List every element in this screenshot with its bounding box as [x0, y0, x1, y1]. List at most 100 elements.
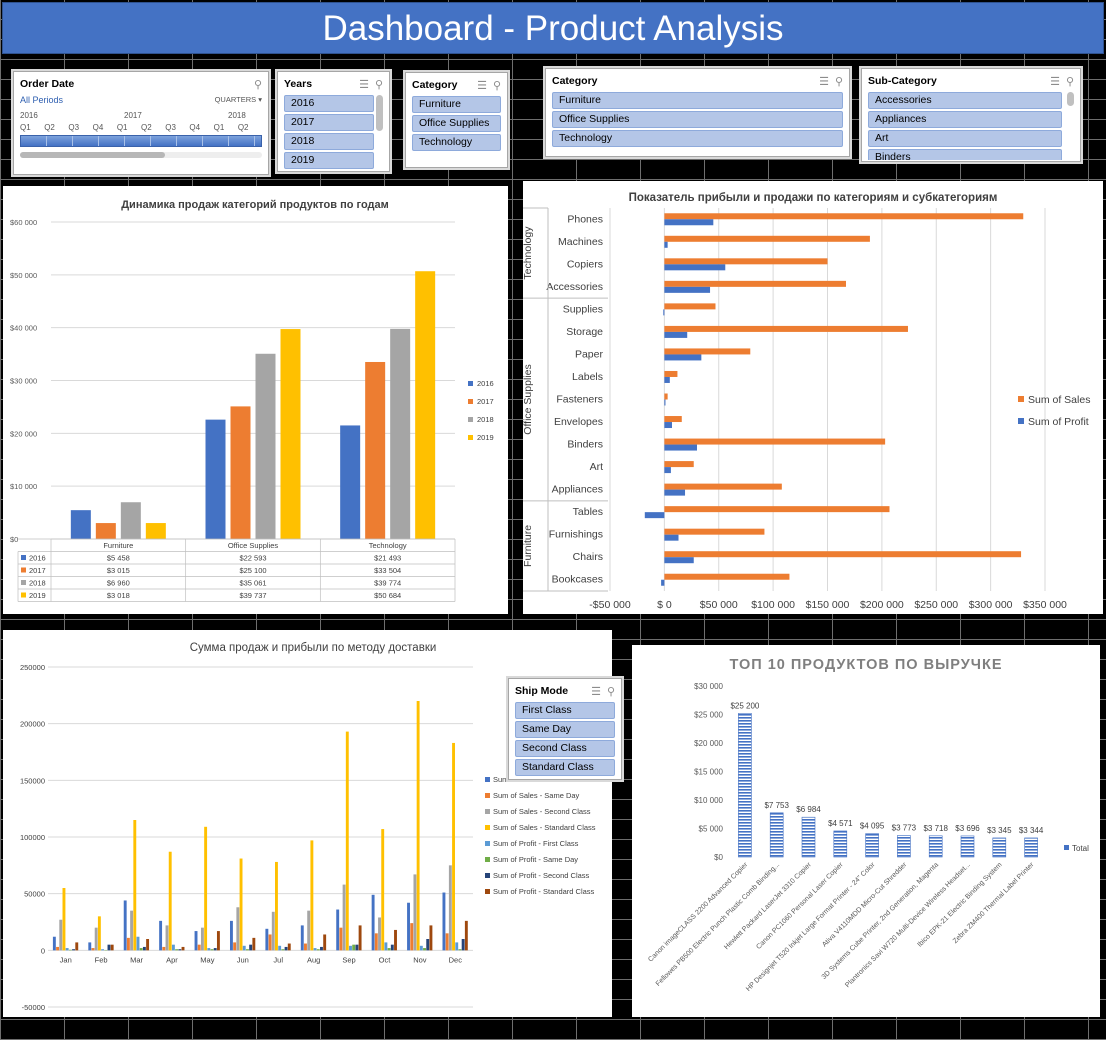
- category-item-office-supplies[interactable]: Office Supplies: [552, 111, 843, 128]
- category-item-furniture[interactable]: Furniture: [552, 92, 843, 109]
- bar: [249, 944, 253, 951]
- category-label: Copiers: [567, 258, 603, 270]
- subcategory-item-accessories[interactable]: Accessories: [868, 92, 1062, 109]
- legend-label: Sum of Sales: [1028, 394, 1090, 406]
- y-tick-label: 0: [41, 946, 45, 955]
- bar: [339, 927, 343, 951]
- sales-bar: [664, 438, 886, 445]
- clear-filter-icon[interactable]: ⚲: [607, 685, 615, 698]
- bar: [205, 419, 226, 539]
- multiselect-icon[interactable]: ☰: [591, 685, 601, 698]
- subcategory-item-appliances[interactable]: Appliances: [868, 111, 1062, 128]
- bar: [101, 949, 105, 951]
- time-level-dropdown[interactable]: QUARTERS ▾: [215, 95, 262, 105]
- data-label: $5 458: [107, 554, 130, 563]
- bar: [204, 826, 208, 951]
- bar: [120, 502, 141, 539]
- clear-filter-icon[interactable]: ⚲: [254, 78, 262, 91]
- profit-bar: [644, 512, 665, 519]
- bar: [416, 701, 420, 951]
- years-item-2019[interactable]: 2019: [284, 152, 374, 169]
- x-tick-label: Feb: [95, 955, 108, 964]
- category-item-office-supplies[interactable]: Office Supplies: [412, 115, 501, 132]
- x-tick-label: Office Supplies: [228, 541, 279, 550]
- bar: [175, 949, 179, 951]
- years-item-2017[interactable]: 2017: [284, 114, 374, 131]
- y-tick-label: $30 000: [10, 377, 37, 386]
- bar: [59, 919, 63, 951]
- scrollbar[interactable]: [376, 95, 383, 131]
- category-item-technology[interactable]: Technology: [552, 130, 843, 147]
- data-label: $3 773: [892, 823, 917, 832]
- bar: [245, 949, 249, 951]
- legend-label: Sum: [493, 775, 508, 784]
- bar: [1024, 837, 1038, 858]
- clear-filter-icon[interactable]: ⚲: [1066, 75, 1074, 88]
- timeline-year: 2017: [124, 111, 142, 120]
- category-label: Storage: [566, 326, 603, 338]
- chevron-down-icon: ▾: [258, 95, 262, 104]
- category-item-technology[interactable]: Technology: [412, 134, 501, 151]
- bar: [769, 812, 784, 858]
- bar: [349, 945, 352, 951]
- bar: [410, 923, 414, 951]
- slicer-title: Ship Mode: [515, 685, 569, 697]
- ship-mode-item-standard-class[interactable]: Standard Class: [515, 759, 615, 776]
- profit-bar: [664, 444, 697, 451]
- ship-mode-item-same-day[interactable]: Same Day: [515, 721, 615, 738]
- category-label: Phones: [567, 213, 603, 225]
- sales-bar: [664, 348, 751, 355]
- ship-mode-item-first-class[interactable]: First Class: [515, 702, 615, 719]
- bar: [455, 942, 459, 951]
- legend-key: [485, 777, 490, 782]
- bar: [355, 944, 359, 951]
- multiselect-icon[interactable]: ☰: [477, 79, 487, 92]
- data-label: $3 718: [923, 824, 948, 833]
- sales-bar: [664, 280, 846, 287]
- multiselect-icon[interactable]: ☰: [359, 78, 369, 91]
- years-item-2016[interactable]: 2016: [284, 95, 374, 112]
- category-item-furniture[interactable]: Furniture: [412, 96, 501, 113]
- x-tick-label: Apr: [166, 955, 178, 964]
- timeline-selection-bar[interactable]: [20, 135, 262, 147]
- bar: [239, 858, 243, 951]
- bar: [139, 948, 143, 951]
- clear-filter-icon[interactable]: ⚲: [835, 75, 843, 88]
- bar: [62, 888, 66, 951]
- subcategory-item-binders[interactable]: Binders: [868, 149, 1062, 160]
- bar: [75, 942, 79, 951]
- bar: [390, 328, 411, 539]
- bar: [229, 920, 233, 951]
- subcategory-item-art[interactable]: Art: [868, 130, 1062, 147]
- bar: [429, 925, 433, 951]
- x-tick-label: May: [200, 955, 214, 964]
- category-label: Fasteners: [556, 394, 603, 406]
- group-label: Technology: [523, 226, 534, 280]
- order-date-timeline[interactable]: Order Date ⚲ All Periods QUARTERS ▾ 2016…: [13, 71, 269, 175]
- years-item-2018[interactable]: 2018: [284, 133, 374, 150]
- bar: [146, 939, 150, 951]
- table-series-label: 2016: [29, 554, 46, 563]
- scrollbar[interactable]: [1067, 92, 1074, 106]
- y-tick-label: $20 000: [10, 429, 37, 438]
- multiselect-icon[interactable]: ☰: [819, 75, 829, 88]
- bar: [413, 874, 417, 951]
- data-label: $3 015: [107, 566, 130, 575]
- timeline-quarter: Q2: [237, 123, 249, 132]
- bar: [310, 840, 314, 951]
- timeline-scrollbar[interactable]: [20, 152, 262, 158]
- profit-bar: [664, 422, 672, 429]
- years-slicer: Years ☰ ⚲ 2016 2017 2018 2019: [277, 71, 390, 172]
- data-label: $3 018: [107, 591, 130, 600]
- sales-bar: [664, 235, 870, 242]
- profit-bar: [661, 579, 665, 586]
- ship-mode-item-second-class[interactable]: Second Class: [515, 740, 615, 757]
- profit-sales-subcategory-chart-panel: Показатель прибыли и продажи по категори…: [522, 181, 1103, 614]
- bar: [52, 936, 56, 951]
- multiselect-icon[interactable]: ☰: [1050, 75, 1060, 88]
- bar: [280, 329, 301, 539]
- bar: [374, 933, 378, 951]
- clear-filter-icon[interactable]: ⚲: [375, 78, 383, 91]
- bar: [70, 510, 91, 539]
- clear-filter-icon[interactable]: ⚲: [493, 79, 501, 92]
